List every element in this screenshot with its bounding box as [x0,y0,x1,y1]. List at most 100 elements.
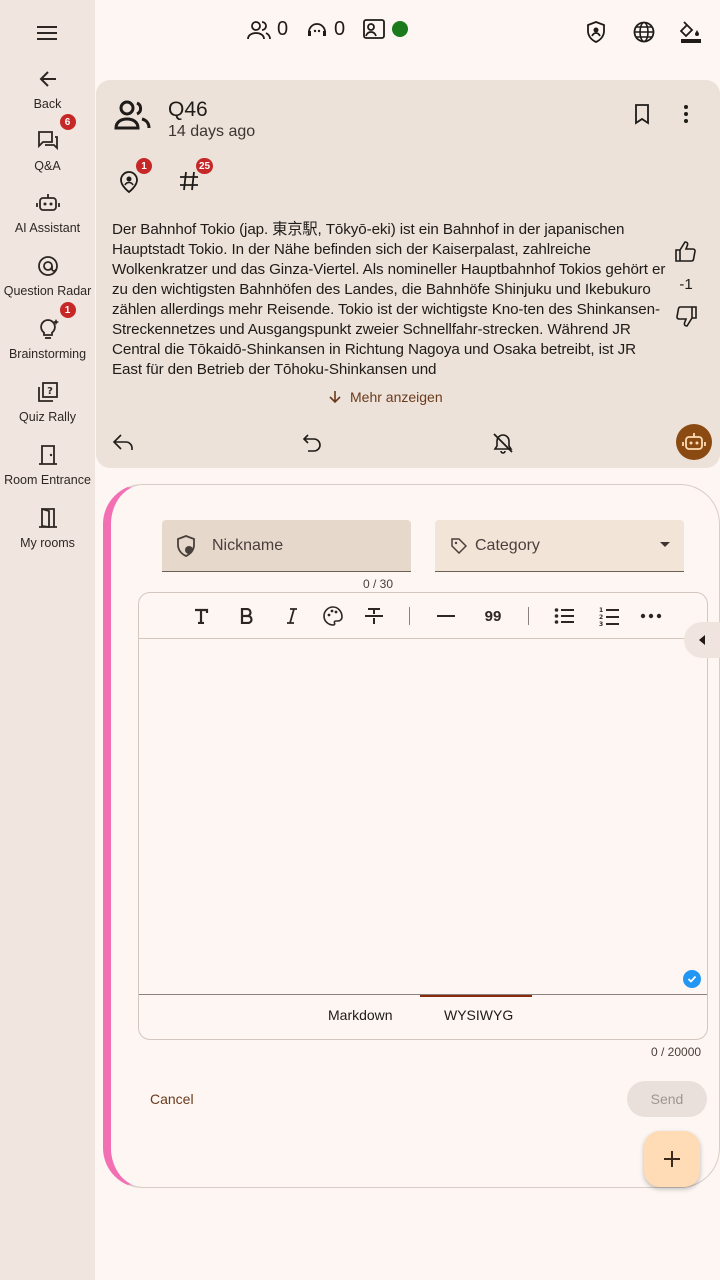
tab-wysiwyg[interactable]: WYSIWYG [444,1007,513,1023]
tags-button[interactable]: 25 [178,158,214,194]
notifications-off-button[interactable] [492,432,516,456]
chevron-left-icon [699,635,705,645]
paint-bucket-icon [680,21,701,43]
sidebar-item-quiz-rally[interactable]: ? Quiz Rally [0,377,95,424]
toolbar-separator [409,607,410,625]
heading-button[interactable] [189,604,213,628]
cancel-button[interactable]: Cancel [150,1091,194,1107]
svg-text:?: ? [47,386,53,397]
horizontal-rule-button[interactable] [434,604,458,628]
language-button[interactable] [630,18,658,46]
online-status-dot [392,21,408,37]
quote-icon: 99 [484,607,502,625]
robot-icon [682,433,706,450]
svg-text:1: 1 [599,607,603,614]
italic-button[interactable] [280,604,304,628]
category-select[interactable]: Category [435,520,684,572]
lightbulb-icon [39,319,59,339]
quiz-icon: ? [37,382,58,402]
forum-icon [37,131,58,151]
moderators-count: 0 [334,18,346,40]
upvote-button[interactable] [674,240,698,264]
thumb-up-icon [675,241,696,262]
show-more-button[interactable]: Mehr anzeigen [328,389,443,405]
side-panel-toggle[interactable] [684,622,720,658]
notifications-off-icon [493,433,513,454]
dropdown-arrow-icon [660,542,670,547]
sidebar-item-my-rooms[interactable]: My rooms [0,503,95,550]
sidebar-item-ai-assistant[interactable]: AI Assistant [0,188,95,235]
menu-button[interactable] [32,18,62,48]
tab-markdown[interactable]: Markdown [328,1007,393,1023]
shield-person-icon [177,534,195,557]
sidebar-item-question-radar[interactable]: Question Radar [0,251,95,298]
arrow-left-icon [39,71,56,87]
numbered-list-button[interactable]: 123 [597,604,621,628]
sidebar-item-room-entrance[interactable]: Room Entrance [0,440,95,487]
participants-counter: 0 [247,18,288,41]
hamburger-icon [37,26,57,40]
more-options-button[interactable] [676,102,696,126]
send-button[interactable]: Send [627,1081,707,1117]
nickname-char-count: 0 / 30 [363,577,394,591]
sidebar-item-label: My rooms [20,536,75,550]
numbered-list-icon: 123 [599,607,619,626]
tag-icon [451,537,467,554]
tags-badge: 25 [196,158,214,174]
door-open-icon [38,508,57,529]
rich-text-editor: 99 123 Markdown WYSIWYG [138,592,708,1040]
participants-count: 0 [277,18,289,40]
horizontal-rule-icon [437,615,455,617]
nickname-field[interactable]: Nickname [162,520,411,572]
group-icon [114,100,151,130]
radar-icon [37,256,58,276]
arrow-down-icon [329,391,341,404]
brainstorming-badge: 1 [59,302,76,318]
sidebar-item-label: Back [33,97,62,111]
people-icon [247,20,271,39]
shield-button[interactable] [582,18,610,46]
svg-text:2: 2 [599,614,603,621]
toolbar-separator [528,607,529,625]
theme-button[interactable] [677,18,705,46]
editor-text-area[interactable] [139,639,707,995]
add-button[interactable] [644,1131,700,1187]
question-time: 14 days ago [168,123,256,140]
editor-toolbar: 99 123 [139,593,707,639]
check-icon [683,970,701,988]
downvote-button[interactable] [674,304,698,328]
sidebar-item-label: Quiz Rally [19,410,76,424]
active-tab-indicator [420,995,532,997]
question-body: Der Bahnhof Tokio (jap. 東京駅, Tōkyō-eki) … [112,221,666,378]
person-pin-button[interactable]: 1 [118,158,152,194]
sidebar-item-brainstorming[interactable]: 1 Brainstorming [0,302,95,361]
bookmark-icon [635,104,649,125]
robot-icon [35,194,60,211]
heading-icon [195,608,209,624]
sidebar-item-qa[interactable]: 6 Q&A [0,114,95,173]
quote-button[interactable]: 99 [481,604,505,628]
strikethrough-button[interactable] [362,604,386,628]
ai-assistant-button[interactable] [676,424,712,460]
globe-icon [633,21,655,43]
thumb-down-icon [676,306,697,327]
color-button[interactable] [321,604,345,628]
sidebar-item-label: Question Radar [3,284,92,298]
undo-button[interactable] [302,432,326,456]
category-placeholder: Category [475,536,540,554]
bullet-list-button[interactable] [552,604,576,628]
presenter-icon [363,19,385,39]
bookmark-button[interactable] [630,102,654,126]
more-horiz-icon [640,613,662,619]
support-agent-icon [308,22,326,36]
sidebar: Back 6 Q&A AI Assistant Question Radar 1… [0,0,95,1280]
more-formatting-button[interactable] [639,604,663,628]
plus-icon [664,1151,680,1167]
strikethrough-icon [365,608,383,624]
nickname-placeholder: Nickname [212,536,284,554]
bold-button[interactable] [234,604,258,628]
compose-card: Nickname Category 0 / 30 99 1 2 3 Markdo… [103,484,720,1188]
more-vert-icon [684,105,688,123]
reply-button[interactable] [112,432,136,456]
sidebar-item-back[interactable]: Back [0,64,95,111]
